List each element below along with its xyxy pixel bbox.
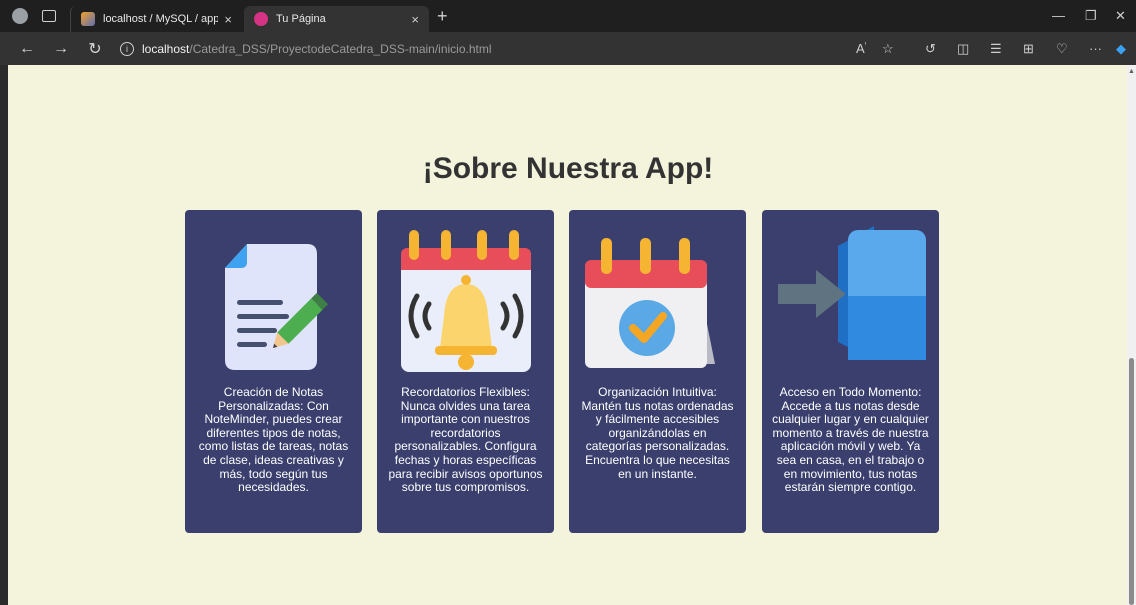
page-viewport xyxy=(8,65,1127,605)
copilot-icon[interactable]: ◆ xyxy=(1116,41,1126,57)
read-aloud-icon[interactable]: AꞋ xyxy=(856,41,866,56)
feature-card-reminders: Recordatorios Flexibles: Nunca olvides u… xyxy=(377,210,554,533)
split-screen-icon[interactable]: ◫ xyxy=(957,41,969,57)
more-menu-icon[interactable]: ··· xyxy=(1089,41,1102,56)
site-info-icon[interactable]: i xyxy=(120,41,134,56)
tab-phpmyadmin[interactable]: localhost / MySQL / app_notas / × xyxy=(70,6,242,32)
back-icon[interactable]: ← xyxy=(10,40,44,58)
collections-icon[interactable]: ⊞ xyxy=(1023,41,1034,57)
tab-actions-icon[interactable] xyxy=(42,10,56,22)
browser-titlebar: localhost / MySQL / app_notas / × Tu Pág… xyxy=(0,0,1136,32)
feature-description: Organización Intuitiva: Mantén tus notas… xyxy=(581,385,734,481)
close-window-icon[interactable]: ✕ xyxy=(1115,8,1126,24)
url-host: localhost xyxy=(142,41,190,56)
browser-essentials-icon[interactable]: ♡ xyxy=(1056,41,1068,57)
page-favicon-icon xyxy=(254,12,268,26)
feature-card-access: Acceso en Todo Momento: Accede a tus not… xyxy=(762,210,939,533)
scrollbar-thumb[interactable] xyxy=(1129,358,1134,605)
refresh-extension-icon[interactable]: ↺ xyxy=(925,41,936,57)
tab-title: Tu Página xyxy=(276,13,326,25)
feature-description: Recordatorios Flexibles: Nunca olvides u… xyxy=(388,385,543,495)
browser-toolbar: ← → ↻ i localhost/Catedra_DSS/Proyectode… xyxy=(0,32,1136,65)
calendar-check-icon xyxy=(585,238,715,368)
forward-icon[interactable]: → xyxy=(44,40,78,58)
favorites-icon[interactable]: ☰ xyxy=(990,41,1002,57)
section-heading: ¡Sobre Nuestra App! xyxy=(422,152,714,185)
minimize-icon[interactable]: — xyxy=(1052,8,1065,23)
door-arrow-icon xyxy=(778,226,926,360)
tab-title: localhost / MySQL / app_notas / xyxy=(103,13,219,25)
refresh-icon[interactable]: ↻ xyxy=(78,39,112,59)
feature-description: Creación de Notas Personalizadas: Con No… xyxy=(198,385,349,495)
window-edge xyxy=(0,65,8,605)
tab-tu-pagina[interactable]: Tu Página × xyxy=(244,6,429,32)
feature-description: Acceso en Todo Momento: Accede a tus not… xyxy=(772,385,929,495)
feature-card-notes: Creación de Notas Personalizadas: Con No… xyxy=(185,210,362,533)
new-tab-button[interactable]: + xyxy=(437,6,448,27)
profile-avatar[interactable] xyxy=(12,8,28,24)
close-tab-icon[interactable]: × xyxy=(224,12,232,27)
favorite-star-icon[interactable]: ☆ xyxy=(882,41,894,57)
address-bar[interactable]: i localhost/Catedra_DSS/ProyectodeCatedr… xyxy=(112,35,902,62)
feature-card-organization: Organización Intuitiva: Mantén tus notas… xyxy=(569,210,746,533)
scroll-up-icon[interactable]: ▲ xyxy=(1128,68,1135,75)
restore-icon[interactable]: ❐ xyxy=(1085,8,1097,24)
document-pencil-icon xyxy=(225,244,329,370)
phpmyadmin-icon xyxy=(81,12,95,26)
close-tab-icon[interactable]: × xyxy=(411,12,419,27)
url-path: /Catedra_DSS/ProyectodeCatedra_DSS-main/… xyxy=(189,41,492,56)
calendar-bell-icon xyxy=(401,230,531,372)
